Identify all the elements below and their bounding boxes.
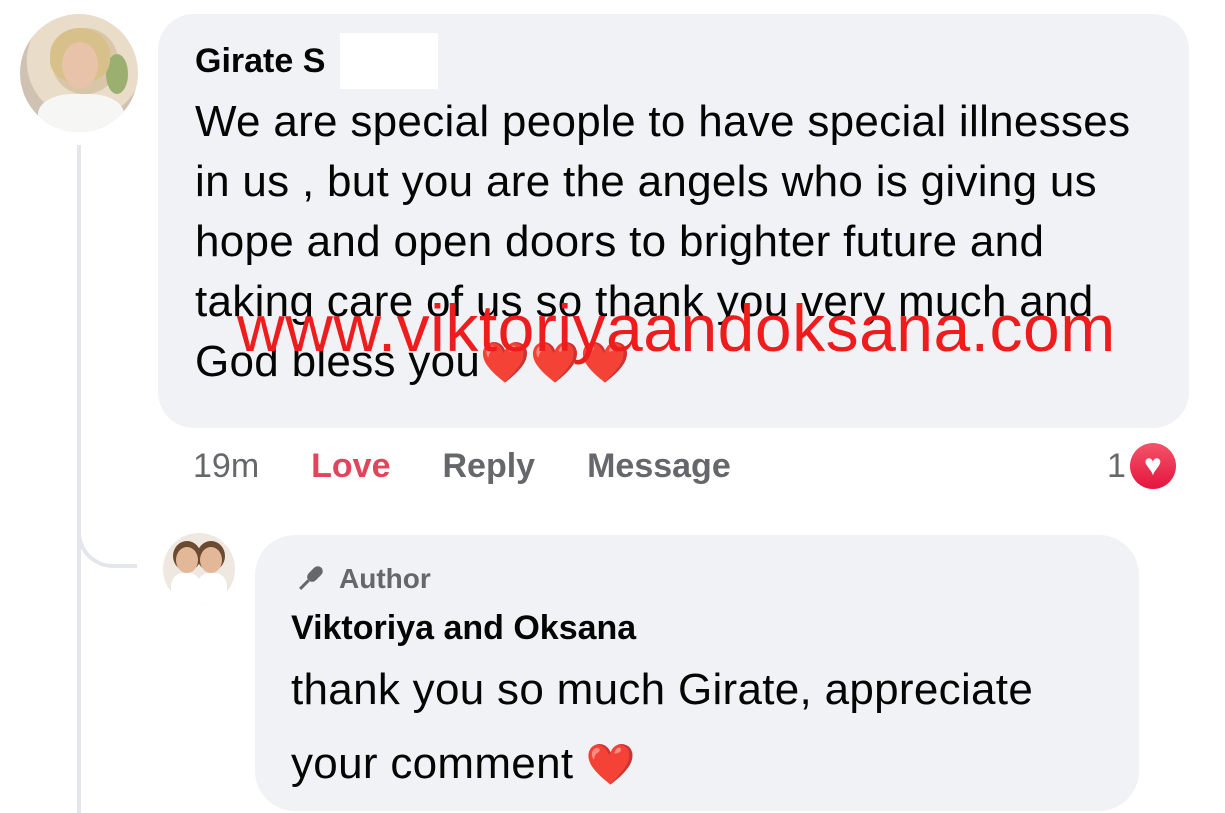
reply-author-name[interactable]: Viktoriya and Oksana: [291, 607, 1109, 649]
reaction-summary[interactable]: 1 ♥: [1107, 440, 1176, 492]
author-badge-label: Author: [339, 563, 431, 594]
message-button[interactable]: Message: [587, 447, 731, 486]
love-button[interactable]: Love: [311, 447, 390, 486]
reply-text: thank you so much Girate, appreciate you…: [291, 653, 1109, 802]
comment-actions: 19m Love Reply Message: [193, 444, 783, 488]
reply-button[interactable]: Reply: [443, 447, 536, 486]
thread-line: [77, 145, 81, 813]
watermark: www.viktoriyaandoksana.com: [237, 291, 1116, 365]
reaction-count: 1: [1107, 446, 1126, 485]
comment-timestamp[interactable]: 19m: [193, 447, 259, 486]
reply-body: thank you so much Girate, appreciate you…: [291, 665, 1034, 788]
reply-avatar[interactable]: [163, 533, 235, 605]
author-badge: Author: [291, 559, 1109, 599]
reply-bubble: Author Viktoriya and Oksana thank you so…: [255, 535, 1139, 811]
thread-connector: [77, 500, 137, 568]
name-redaction: [340, 33, 438, 89]
reply-emoji: ❤️: [585, 743, 637, 787]
love-reaction-icon: ♥: [1129, 443, 1176, 489]
microphone-icon: [299, 566, 323, 590]
commenter-avatar[interactable]: [20, 14, 138, 132]
comment-author-name[interactable]: Girate S: [195, 40, 325, 82]
